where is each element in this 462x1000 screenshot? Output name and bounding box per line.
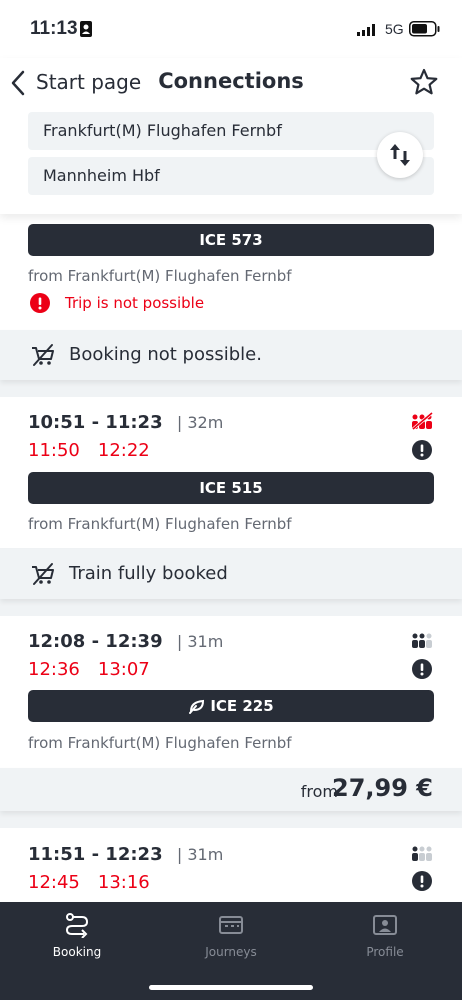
train-label: ICE 515 <box>28 472 434 504</box>
nav-item-booking[interactable]: Booking <box>27 910 127 970</box>
nav-item-profile[interactable]: Profile <box>335 910 435 970</box>
to-station-field[interactable]: Mannheim Hbf <box>28 157 434 195</box>
origin-text: from Frankfurt(M) Flughafen Fernbf <box>28 267 292 285</box>
scheduled-times: 10:51 - 11:23 | 32m <box>28 412 223 433</box>
battery-icon <box>409 21 440 37</box>
occupancy-low-icon <box>412 846 432 861</box>
from-station-field[interactable]: Frankfurt(M) Flughafen Fernbf <box>28 112 434 150</box>
scheduled-times: 12:08 - 12:39 | 31m <box>28 631 223 652</box>
error-icon <box>30 293 50 313</box>
realtime-times: 11:50 12:22 <box>28 440 150 461</box>
realtime-departure: 12:36 <box>28 659 80 680</box>
alert-icon <box>412 659 432 679</box>
realtime-arrival: 13:16 <box>97 872 150 893</box>
sustainability-icon <box>189 699 205 714</box>
chevron-left-icon[interactable] <box>10 70 26 96</box>
duration-text: | 31m <box>176 632 224 651</box>
person-badge-icon <box>80 21 92 37</box>
times-text: 10:51 - 11:23 <box>28 412 163 433</box>
realtime-departure: 12:45 <box>28 872 80 893</box>
nav-label: Journeys <box>205 945 257 959</box>
origin-text: from Frankfurt(M) Flughafen Fernbf <box>28 515 292 533</box>
times-text: 12:08 - 12:39 <box>28 631 163 652</box>
booking-status-banner: Booking not possible. <box>0 330 462 380</box>
train-label: ICE 573 <box>28 224 434 256</box>
nav-label: Profile <box>366 945 404 959</box>
realtime-times: 12:36 13:07 <box>28 659 150 680</box>
connection-card-1[interactable]: ICE 573 from Frankfurt(M) Flughafen Fern… <box>0 214 462 330</box>
alert-icon <box>412 440 432 460</box>
origin-text: from Frankfurt(M) Flughafen Fernbf <box>28 734 292 752</box>
connection-card-4[interactable]: 11:51 - 12:23 | 31m 12:45 13:16 <box>0 828 462 902</box>
price-value: 27,99 € <box>332 774 433 802</box>
duration-text: | 32m <box>176 413 224 432</box>
price-banner[interactable]: from 27,99 € <box>0 768 462 811</box>
status-bar: 11:13 5G <box>0 0 462 58</box>
nav-item-journeys[interactable]: Journeys <box>181 910 281 970</box>
home-indicator[interactable] <box>149 985 313 990</box>
signal-icon <box>357 24 375 36</box>
train-number: ICE 225 <box>210 697 274 715</box>
duration-text: | 31m <box>176 845 224 864</box>
banner-text: Booking not possible. <box>69 344 262 365</box>
ticket-icon <box>219 916 243 934</box>
status-time: 11:13 <box>30 18 78 39</box>
connection-card-3[interactable]: 12:08 - 12:39 | 31m 12:36 13:07 ICE 225 f… <box>0 616 462 768</box>
times-text: 11:51 - 12:23 <box>28 844 163 865</box>
swap-arrows-icon <box>390 144 410 166</box>
realtime-times: 12:45 13:16 <box>28 872 150 893</box>
banner-text: Train fully booked <box>69 563 228 584</box>
cart-crossed-icon <box>32 563 54 585</box>
scheduled-times: 11:51 - 12:23 | 31m <box>28 844 223 865</box>
realtime-departure: 11:50 <box>28 440 80 461</box>
cart-crossed-icon <box>32 344 54 366</box>
alert-icon <box>412 871 432 891</box>
star-icon[interactable] <box>410 68 438 96</box>
route-icon <box>65 913 89 938</box>
train-label: ICE 225 <box>28 690 434 722</box>
page-title: Connections <box>158 69 304 93</box>
connections-header: Start page Connections Frankfurt(M) Flug… <box>0 58 462 214</box>
warning-text: Trip is not possible <box>65 294 205 312</box>
realtime-arrival: 12:22 <box>97 440 150 461</box>
swap-stations-button[interactable] <box>377 132 423 178</box>
nav-label: Booking <box>52 945 102 959</box>
booking-status-banner: Train fully booked <box>0 549 462 599</box>
occupancy-full-icon <box>412 412 433 430</box>
network-label: 5G <box>385 21 404 37</box>
connection-card-2[interactable]: 10:51 - 11:23 | 32m 11:50 12:22 ICE 515 f… <box>0 397 462 548</box>
realtime-arrival: 13:07 <box>97 659 150 680</box>
profile-icon <box>373 915 397 935</box>
occupancy-medium-icon <box>412 633 432 648</box>
